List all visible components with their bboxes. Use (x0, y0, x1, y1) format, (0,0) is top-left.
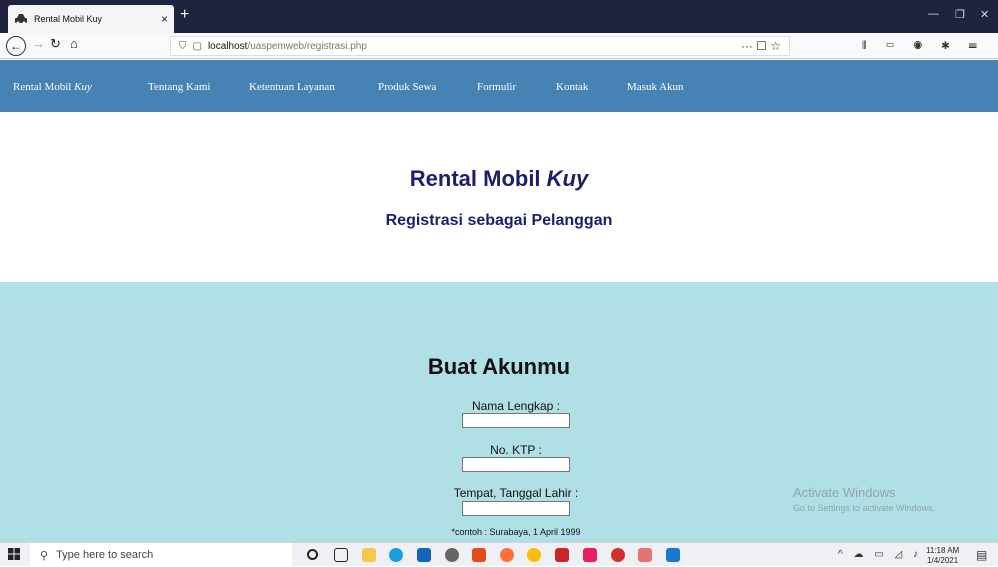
url-host: localhost (207, 40, 248, 52)
activate-windows-watermark: Activate Windows Go to Settings to activ… (793, 485, 935, 513)
task-view-icon[interactable] (334, 548, 348, 562)
nav-item-kontak[interactable]: Kontak (556, 81, 588, 93)
url-path: /uaspemweb/registrasi.php (247, 40, 367, 52)
nav-brand[interactable]: Rental Mobil Kuy (13, 81, 92, 93)
settings-icon[interactable] (445, 548, 459, 562)
form-title: Buat Akunmu (427, 354, 571, 379)
nav-item-tentang-kami[interactable]: Tentang Kami (148, 81, 210, 93)
browser-tab[interactable]: Rental Mobil Kuy × (8, 5, 174, 33)
page-title: Rental Mobil Kuy (409, 166, 589, 191)
back-icon[interactable]: ← (6, 36, 26, 56)
url-actions[interactable]: ··· ☐ ☆ (741, 39, 781, 53)
chrome-icon[interactable] (527, 548, 541, 562)
page-subtitle: Registrasi sebagai Pelanggan (385, 212, 613, 229)
search-icon: ⚲ (40, 549, 49, 562)
restore-icon[interactable]: ❐ (955, 8, 965, 21)
edge-icon[interactable] (389, 548, 403, 562)
nav-item-masuk-akun[interactable]: Masuk Akun (627, 81, 684, 93)
registration-form: Buat Akunmu Nama Lengkap : No. KTP : Tem… (0, 282, 998, 542)
minimize-icon[interactable]: — (928, 8, 939, 20)
taskbar-clock[interactable]: 11:18 AM 1/4/2021 (926, 546, 959, 566)
browser-tools-icons[interactable]: ⫴ ▭ ◉ ✱ ☰ (862, 40, 985, 53)
watermark-line1: Activate Windows (793, 485, 896, 500)
car-icon (15, 14, 27, 25)
app-icon[interactable] (638, 548, 652, 562)
game-icon[interactable] (555, 548, 569, 562)
windows-taskbar: ⚲ Type here to search ^ ☁ ▭ ◿ ♪ 11:18 AM… (0, 542, 998, 567)
new-tab-button[interactable]: + (180, 6, 189, 24)
firefox-icon[interactable] (500, 548, 514, 562)
browser-tab-bar: Rental Mobil Kuy × + — ❐ ✕ (0, 0, 998, 33)
close-icon[interactable]: × (161, 12, 168, 26)
clock-date: 1/4/2021 (927, 556, 959, 565)
office-icon[interactable] (472, 548, 486, 562)
input-tempat-tanggal-lahir[interactable] (462, 501, 570, 516)
page-icon: ▢ (192, 40, 202, 52)
mail-icon[interactable] (417, 548, 431, 562)
label-nama-lengkap: Nama Lengkap : (471, 399, 561, 413)
window-close-icon[interactable]: ✕ (980, 8, 989, 21)
file-explorer-icon[interactable] (362, 548, 376, 562)
address-bar[interactable]: ⛉ ▢ localhost /uaspemweb/registrasi.php … (170, 36, 790, 56)
system-tray-icons[interactable]: ^ ☁ ▭ ◿ ♪ (838, 549, 922, 560)
home-icon[interactable]: ⌂ (70, 36, 78, 51)
nav-item-produk-sewa[interactable]: Produk Sewa (378, 81, 436, 93)
tab-title: Rental Mobil Kuy (34, 14, 103, 24)
vscode-icon[interactable] (666, 548, 680, 562)
taskbar-search[interactable]: ⚲ Type here to search (30, 543, 292, 567)
watermark-line2: Go to Settings to activate Windows. (793, 503, 936, 513)
example-hint: *contoh : Surabaya, 1 April 1999 (451, 527, 581, 537)
browser-toolbar: ← → ↻ ⌂ ⛉ ▢ localhost /uaspemweb/registr… (0, 33, 998, 59)
messenger-icon[interactable] (583, 548, 597, 562)
notification-icon[interactable]: ▤ (976, 548, 987, 562)
input-nama-lengkap[interactable] (462, 413, 570, 428)
cortana-icon[interactable] (307, 549, 318, 560)
clock-time: 11:18 AM (926, 546, 960, 555)
label-no-ktp: No. KTP : (490, 443, 542, 457)
site-navbar: Rental Mobil Kuy Tentang Kami Ketentuan … (0, 60, 998, 112)
reload-icon[interactable]: ↻ (50, 36, 61, 52)
forward-icon[interactable]: → (32, 36, 45, 51)
nav-item-formulir[interactable]: Formulir (477, 81, 516, 93)
hero-section: Rental Mobil Kuy Registrasi sebagai Pela… (0, 112, 998, 282)
nav-item-ketentuan-layanan[interactable]: Ketentuan Layanan (249, 81, 335, 93)
input-no-ktp[interactable] (462, 457, 570, 472)
shield-icon: ⛉ (179, 40, 187, 52)
windows-start-icon[interactable] (8, 548, 20, 560)
record-icon[interactable] (611, 548, 625, 562)
search-placeholder: Type here to search (56, 549, 154, 561)
